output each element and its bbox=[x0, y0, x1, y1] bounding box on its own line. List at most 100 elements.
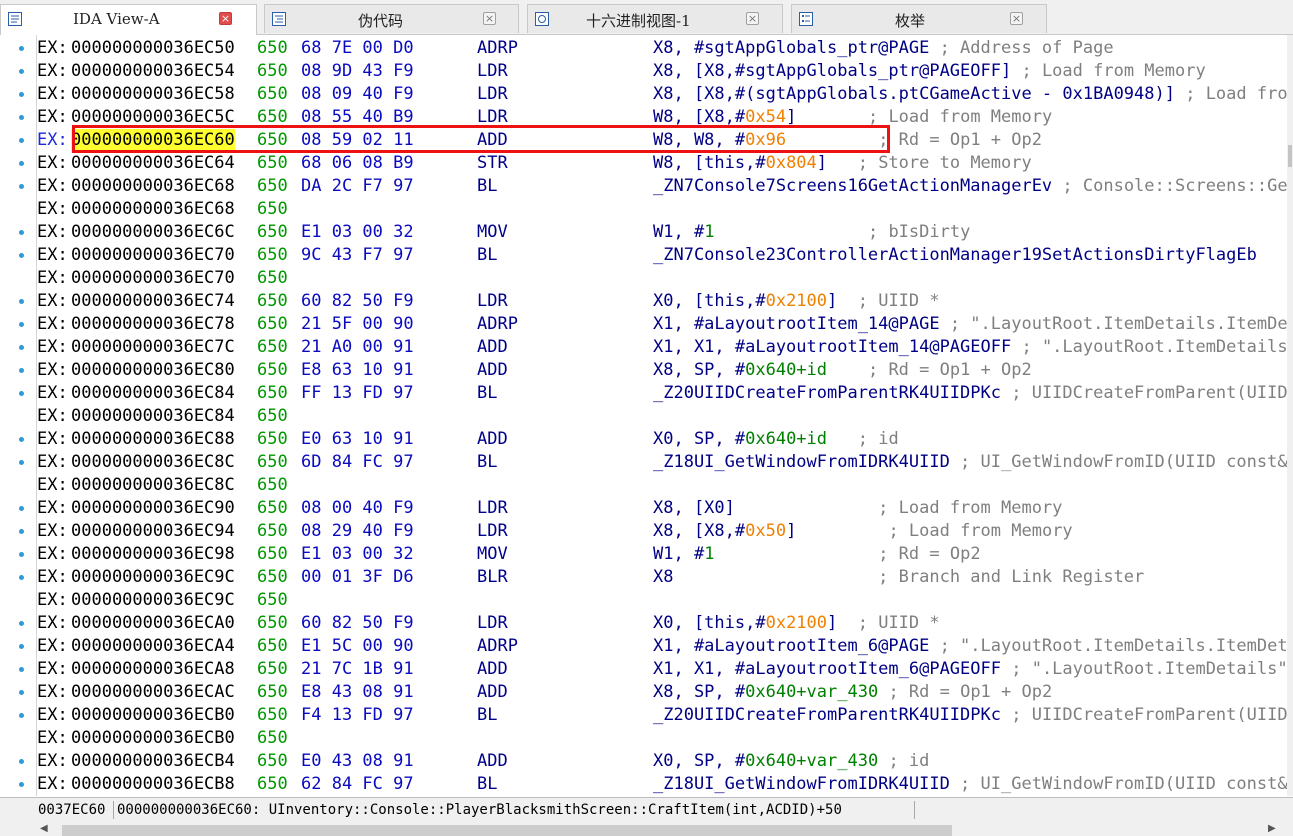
breakpoint-marker-icon[interactable] bbox=[19, 92, 24, 97]
operand[interactable]: X0, [this,# bbox=[653, 613, 766, 633]
operand[interactable] bbox=[714, 544, 878, 564]
operand[interactable]: _Z20UIIDCreateFromParentRK4UIIDPKc bbox=[653, 383, 1011, 403]
breakpoint-marker-icon[interactable] bbox=[19, 299, 24, 304]
vertical-scroll-thumb[interactable] bbox=[1288, 145, 1292, 167]
breakpoint-marker-icon[interactable] bbox=[19, 391, 24, 396]
operand[interactable]: W1, # bbox=[653, 222, 704, 242]
breakpoint-marker-icon[interactable] bbox=[19, 46, 24, 51]
breakpoint-marker-icon[interactable] bbox=[19, 621, 24, 626]
disasm-line[interactable]: EX: 000000000036ECA8 650 21 7C 1B 91 ADD X1, … bbox=[37, 658, 1287, 681]
disasm-line[interactable]: EX: 000000000036EC70 650 bbox=[37, 267, 1287, 290]
breakpoint-marker-icon[interactable] bbox=[19, 575, 24, 580]
disasm-line[interactable]: EX: 000000000036EC8C 650 6D 84 FC 97 BL _Z18U… bbox=[37, 451, 1287, 474]
breakpoint-marker-icon[interactable] bbox=[19, 69, 24, 74]
scroll-left-icon[interactable]: ◀ bbox=[40, 823, 48, 834]
breakpoint-marker-icon[interactable] bbox=[19, 115, 24, 120]
close-icon[interactable]: × bbox=[219, 12, 232, 25]
operand[interactable]: 0x54 bbox=[745, 107, 786, 127]
disasm-line[interactable]: EX: 000000000036EC78 650 21 5F 00 90 ADRP X1,… bbox=[37, 313, 1287, 336]
operand[interactable]: _Z18UI_GetWindowFromIDRK4UIID bbox=[653, 774, 960, 794]
disasm-line[interactable]: EX: 000000000036EC80 650 E8 63 10 91 ADD X8, … bbox=[37, 359, 1287, 382]
close-icon[interactable]: × bbox=[1010, 12, 1023, 25]
breakpoint-marker-icon[interactable] bbox=[19, 782, 24, 787]
operand[interactable]: X8, SP, # bbox=[653, 360, 745, 380]
disasm-line[interactable]: EX: 000000000036EC9C 650 bbox=[37, 589, 1287, 612]
operand[interactable] bbox=[827, 360, 868, 380]
disasm-line[interactable]: EX: 000000000036EC88 650 E0 63 10 91 ADD X0, … bbox=[37, 428, 1287, 451]
tab-ida-view-a[interactable]: IDA View-A × bbox=[0, 4, 257, 35]
breakpoint-marker-icon[interactable] bbox=[19, 138, 24, 143]
disasm-line[interactable]: EX: 000000000036EC9C 650 00 01 3F D6 BLR X8 ;… bbox=[37, 566, 1287, 589]
operand[interactable]: X1, X1, #aLayoutrootItem_6@PAGEOFF bbox=[653, 659, 1011, 679]
operand[interactable]: ] bbox=[786, 107, 868, 127]
operand[interactable]: X8, [X8,#(sgtAppGlobals.ptCGameActive - … bbox=[653, 84, 1185, 104]
disasm-line[interactable]: EX: 000000000036ECAC 650 E8 43 08 91 ADD X8, … bbox=[37, 681, 1287, 704]
disasm-line[interactable]: EX: 000000000036EC84 650 FF 13 FD 97 BL _Z20U… bbox=[37, 382, 1287, 405]
disasm-line[interactable]: EX: 000000000036ECB0 650 F4 13 FD 97 BL _Z20U… bbox=[37, 704, 1287, 727]
disasm-line[interactable]: EX: 000000000036ECB4 650 E0 43 08 91 ADD X0, … bbox=[37, 750, 1287, 773]
operand[interactable]: 0x2100 bbox=[766, 613, 827, 633]
disasm-line[interactable]: EX: 000000000036EC50 650 68 7E 00 D0 ADRP X8,… bbox=[37, 37, 1287, 60]
close-icon[interactable]: × bbox=[746, 12, 759, 25]
breakpoint-marker-icon[interactable] bbox=[19, 161, 24, 166]
disasm-line[interactable]: EX: 000000000036EC64 650 68 06 08 B9 STR W8, … bbox=[37, 152, 1287, 175]
horizontal-scrollbar[interactable]: ◀ ▶ bbox=[0, 821, 1293, 836]
operand[interactable]: X8, [X8,# bbox=[653, 521, 745, 541]
disasm-line[interactable]: EX: 000000000036EC58 650 08 09 40 F9 LDR X8, … bbox=[37, 83, 1287, 106]
operand[interactable] bbox=[827, 429, 858, 449]
breakpoint-marker-icon[interactable] bbox=[19, 759, 24, 764]
operand[interactable]: _Z20UIIDCreateFromParentRK4UIIDPKc bbox=[653, 705, 1011, 725]
disasm-line[interactable]: EX: 000000000036EC7C 650 21 A0 00 91 ADD X1, … bbox=[37, 336, 1287, 359]
disasm-line[interactable]: EX: 000000000036EC98 650 E1 03 00 32 MOV W1, … bbox=[37, 543, 1287, 566]
breakpoint-marker-icon[interactable] bbox=[19, 184, 24, 189]
operand[interactable]: ] bbox=[827, 613, 858, 633]
operand[interactable]: X0, SP, # bbox=[653, 751, 745, 771]
operand[interactable]: X0, [this,# bbox=[653, 291, 766, 311]
tab-pseudocode[interactable]: 伪代码 × bbox=[264, 4, 519, 33]
tab-enums[interactable]: 枚举 × bbox=[791, 4, 1047, 33]
operand[interactable] bbox=[714, 222, 868, 242]
operand[interactable] bbox=[878, 751, 888, 771]
disasm-line[interactable]: EX: 000000000036EC90 650 08 00 40 F9 LDR X8, … bbox=[37, 497, 1287, 520]
operand[interactable]: 0x640+id bbox=[745, 429, 827, 449]
breakpoint-marker-icon[interactable] bbox=[19, 506, 24, 511]
operand[interactable]: _Z18UI_GetWindowFromIDRK4UIID bbox=[653, 452, 960, 472]
close-icon[interactable]: × bbox=[483, 12, 496, 25]
breakpoint-marker-icon[interactable] bbox=[19, 667, 24, 672]
disasm-line[interactable]: EX: 000000000036ECB0 650 bbox=[37, 727, 1287, 750]
operand[interactable]: X8, [X8,#sgtAppGlobals_ptr@PAGEOFF] bbox=[653, 61, 1021, 81]
breakpoint-marker-icon[interactable] bbox=[19, 230, 24, 235]
breakpoint-marker-icon[interactable] bbox=[19, 345, 24, 350]
operand[interactable]: X8, [X0] bbox=[653, 498, 878, 518]
breakpoint-marker-icon[interactable] bbox=[19, 368, 24, 373]
operand[interactable]: 1 bbox=[704, 544, 714, 564]
disasm-line[interactable]: EX: 000000000036ECA4 650 E1 5C 00 90 ADRP X1,… bbox=[37, 635, 1287, 658]
disasm-line[interactable]: EX: 000000000036EC70 650 9C 43 F7 97 BL _ZN7C… bbox=[37, 244, 1287, 267]
operand[interactable]: ] bbox=[817, 153, 858, 173]
operand[interactable]: X0, SP, # bbox=[653, 429, 745, 449]
disasm-line[interactable]: EX: 000000000036ECB8 650 62 84 FC 97 BL _Z18U… bbox=[37, 773, 1287, 796]
operand[interactable]: 0x804 bbox=[766, 153, 817, 173]
operand[interactable] bbox=[878, 682, 888, 702]
disasm-line[interactable]: EX: 000000000036EC74 650 60 82 50 F9 LDR X0, … bbox=[37, 290, 1287, 313]
operand[interactable]: W8, [this,# bbox=[653, 153, 766, 173]
operand[interactable]: 0x640+id bbox=[745, 360, 827, 380]
breakpoint-marker-icon[interactable] bbox=[19, 690, 24, 695]
operand[interactable]: 1 bbox=[704, 222, 714, 242]
code-gutter[interactable] bbox=[0, 35, 37, 796]
operand[interactable]: X1, #aLayoutrootItem_14@PAGE bbox=[653, 314, 950, 334]
scroll-right-icon[interactable]: ▶ bbox=[1268, 823, 1276, 834]
operand[interactable]: _ZN7Console23ControllerActionManager19Se… bbox=[653, 245, 1257, 265]
operand[interactable]: X1, #aLayoutrootItem_6@PAGE bbox=[653, 636, 940, 656]
horizontal-scroll-thumb[interactable] bbox=[62, 825, 952, 836]
breakpoint-marker-icon[interactable] bbox=[19, 322, 24, 327]
operand[interactable]: ] bbox=[786, 521, 888, 541]
operand[interactable]: _ZN7Console7Screens16GetActionManagerEv bbox=[653, 176, 1062, 196]
disasm-line[interactable]: EX: 000000000036ECA0 650 60 82 50 F9 LDR X0, … bbox=[37, 612, 1287, 635]
operand[interactable]: X8 bbox=[653, 567, 878, 587]
disasm-line[interactable]: EX: 000000000036EC8C 650 bbox=[37, 474, 1287, 497]
operand[interactable]: 0x640+var_430 bbox=[745, 751, 878, 771]
breakpoint-marker-icon[interactable] bbox=[19, 644, 24, 649]
breakpoint-marker-icon[interactable] bbox=[19, 253, 24, 258]
operand[interactable]: X8, SP, # bbox=[653, 682, 745, 702]
